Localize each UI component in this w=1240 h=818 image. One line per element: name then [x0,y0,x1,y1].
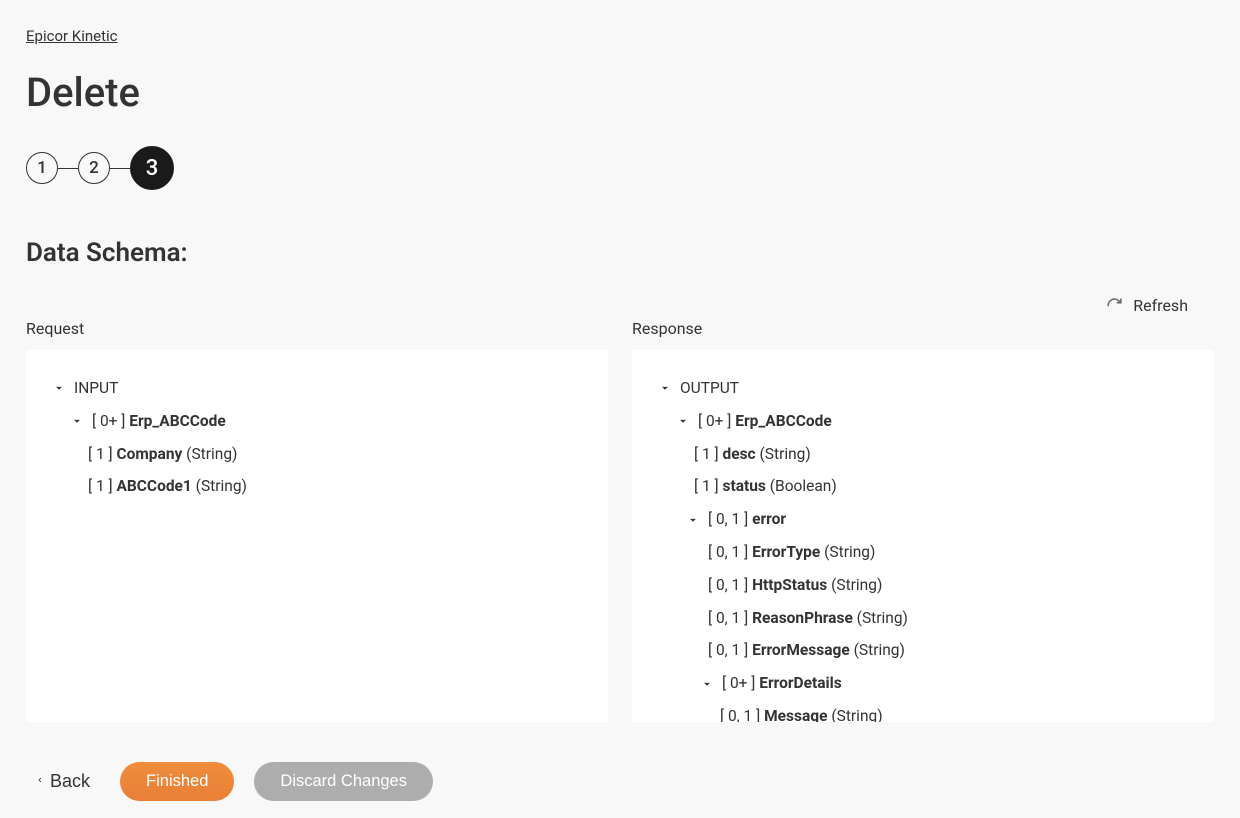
discard-changes-button[interactable]: Discard Changes [254,762,433,801]
tree-label: [ 0, 1 ] HttpStatus (String) [708,573,882,598]
step-3[interactable]: 3 [130,146,174,190]
tree-node-input[interactable]: INPUT [52,372,582,405]
tree-label: [ 0, 1 ] ErrorMessage (String) [708,638,905,663]
chevron-down-icon [52,381,66,395]
step-1[interactable]: 1 [26,152,58,184]
tree-label: [ 0+ ] Erp_ABCCode [92,409,226,434]
request-label: Request [26,319,608,338]
refresh-icon [1106,297,1123,314]
tree-label: INPUT [74,376,118,401]
chevron-down-icon [70,414,84,428]
tree-node-httpstatus[interactable]: [ 0, 1 ] HttpStatus (String) [658,569,1188,602]
page-title: Delete [26,69,1214,116]
tree-node-message[interactable]: [ 0, 1 ] Message (String) [658,700,1188,722]
tree-label: [ 1 ] status (Boolean) [694,474,837,499]
tree-node-reasonphrase[interactable]: [ 0, 1 ] ReasonPhrase (String) [658,602,1188,635]
tree-node-erp-abccode-out[interactable]: [ 0+ ] Erp_ABCCode [658,405,1188,438]
chevron-down-icon [676,414,690,428]
tree-node-errormessage[interactable]: [ 0, 1 ] ErrorMessage (String) [658,634,1188,667]
tree-node-output[interactable]: OUTPUT [658,372,1188,405]
step-2[interactable]: 2 [78,152,110,184]
tree-node-desc[interactable]: [ 1 ] desc (String) [658,438,1188,471]
tree-node-company[interactable]: [ 1 ] Company (String) [52,438,582,471]
back-button[interactable]: Back [26,765,100,798]
section-heading: Data Schema: [26,238,1214,268]
breadcrumb: Epicor Kinetic [26,26,1214,45]
footer: Back Finished Discard Changes [26,762,1214,801]
chevron-down-icon [700,677,714,691]
tree-node-abccode1[interactable]: [ 1 ] ABCCode1 (String) [52,470,582,503]
tree-label: [ 0, 1 ] ReasonPhrase (String) [708,606,908,631]
chevron-down-icon [658,381,672,395]
response-panel: OUTPUT [ 0+ ] Erp_ABCCode [ 1 ] desc (St… [632,350,1214,722]
tree-node-status[interactable]: [ 1 ] status (Boolean) [658,470,1188,503]
response-label: Response [632,319,1214,338]
refresh-label: Refresh [1133,296,1188,315]
tree-label: [ 1 ] desc (String) [694,442,811,467]
tree-label: [ 1 ] ABCCode1 (String) [88,474,247,499]
tree-label: [ 0+ ] Erp_ABCCode [698,409,832,434]
tree-label: [ 0, 1 ] ErrorType (String) [708,540,875,565]
tree-label: [ 0, 1 ] Message (String) [720,704,883,722]
tree-node-errortype[interactable]: [ 0, 1 ] ErrorType (String) [658,536,1188,569]
tree-label: [ 0+ ] ErrorDetails [722,671,842,696]
refresh-row[interactable]: Refresh [26,296,1214,315]
step-connector [58,168,78,169]
step-connector [110,168,130,169]
back-label: Back [50,771,90,792]
tree-label: [ 1 ] Company (String) [88,442,237,467]
chevron-down-icon [686,513,700,527]
tree-label: [ 0, 1 ] error [708,507,786,532]
stepper: 1 2 3 [26,146,1214,190]
tree-label: OUTPUT [680,376,739,401]
tree-node-error[interactable]: [ 0, 1 ] error [658,503,1188,536]
tree-node-errordetails[interactable]: [ 0+ ] ErrorDetails [658,667,1188,700]
chevron-left-icon [36,771,44,792]
tree-node-erp-abccode[interactable]: [ 0+ ] Erp_ABCCode [52,405,582,438]
finished-button[interactable]: Finished [120,762,234,801]
request-panel: INPUT [ 0+ ] Erp_ABCCode [ 1 ] Company (… [26,350,608,722]
breadcrumb-link[interactable]: Epicor Kinetic [26,27,118,45]
